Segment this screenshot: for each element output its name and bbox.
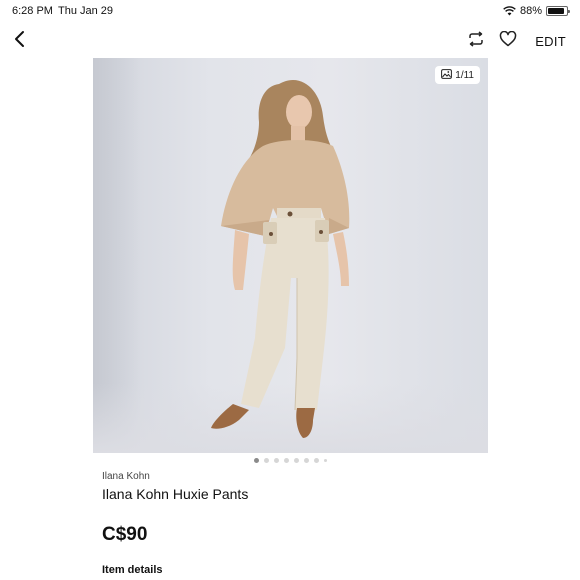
status-bar: 6:28 PM Thu Jan 29 88% [0,0,580,24]
carousel-dot[interactable] [303,458,309,463]
carousel-dot[interactable] [253,458,259,463]
wifi-icon [503,6,516,16]
carousel-dot[interactable] [293,458,299,463]
status-time: 6:28 PM [12,5,53,17]
battery-level [548,8,564,14]
photo-counter-text: 1/11 [455,69,474,81]
status-date: Thu Jan 29 [58,5,114,17]
carousel-pagination[interactable] [0,458,580,463]
brand-name[interactable]: Ilana Kohn [102,471,150,482]
repost-icon [467,30,485,53]
back-button[interactable] [6,28,32,54]
carousel-dot[interactable] [323,459,327,462]
edit-button[interactable]: EDIT [535,34,566,49]
status-indicators: 88% [503,5,570,17]
photo-counter: 1/11 [435,66,480,84]
battery-percent: 88% [519,5,542,17]
heart-icon [499,30,517,52]
item-details-heading: Item details [102,564,163,576]
nav-bar: EDIT [0,26,580,56]
product-price: C$90 [102,524,148,545]
carousel-dot[interactable] [273,458,279,463]
product-photo[interactable]: 1/11 [93,58,488,453]
repost-button[interactable] [465,30,487,52]
image-icon [441,68,453,82]
nav-actions: EDIT [465,30,566,52]
chevron-left-icon [13,30,25,53]
carousel-dot[interactable] [283,458,289,463]
like-button[interactable] [497,30,519,52]
carousel-dot[interactable] [263,458,269,463]
battery-icon [546,6,570,16]
carousel-dot[interactable] [313,458,319,463]
product-title: Ilana Kohn Huxie Pants [102,486,249,502]
